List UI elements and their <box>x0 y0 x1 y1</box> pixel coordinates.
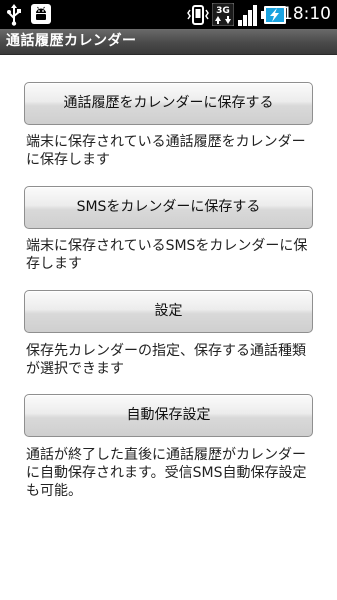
app-title: 通話履歴カレンダー <box>6 33 137 49</box>
save-sms-button[interactable]: SMSをカレンダーに保存する <box>24 186 313 229</box>
signal-icon <box>237 4 259 30</box>
usb-icon <box>6 4 22 30</box>
settings-description: 保存先カレンダーの指定、保存する通話種類が選択できます <box>26 343 306 377</box>
vibrate-icon <box>187 4 209 30</box>
title-bar: 通話履歴カレンダー <box>0 29 337 55</box>
network-3g-icon: 3G <box>211 2 235 30</box>
status-bar: 3G 18:10 <box>0 0 337 29</box>
android-debug-icon <box>30 3 52 29</box>
settings-button[interactable]: 設定 <box>24 290 313 333</box>
save-call-history-description: 端末に保存されている通話履歴をカレンダーに保存します <box>26 134 306 168</box>
network-label: 3G <box>216 6 230 16</box>
clock: 18:10 <box>282 4 331 24</box>
save-sms-description: 端末に保存されているSMSをカレンダーに保存します <box>26 238 308 272</box>
save-call-history-button[interactable]: 通話履歴をカレンダーに保存する <box>24 82 313 125</box>
auto-save-settings-description: 通話が終了した直後に通話履歴がカレンダーに自動保存されます。受信SMS自動保存設… <box>26 447 307 499</box>
auto-save-settings-button[interactable]: 自動保存設定 <box>24 394 313 437</box>
